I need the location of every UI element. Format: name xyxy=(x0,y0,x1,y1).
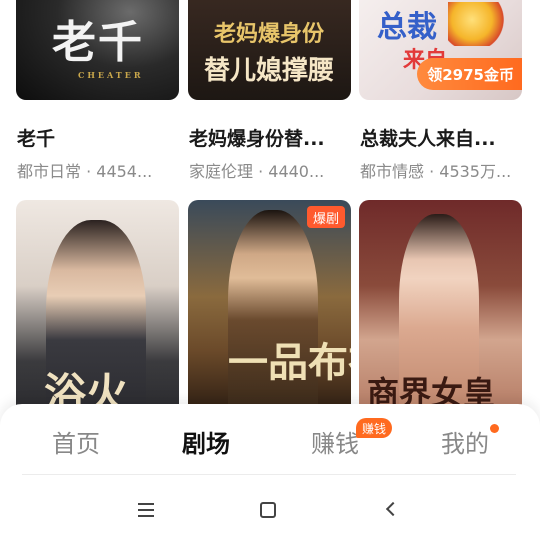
drama-meta: 家庭伦理 · 4440... xyxy=(189,162,325,181)
tab-theater[interactable]: 剧场 xyxy=(161,424,251,459)
cover-title-art: 老妈爆身份 xyxy=(214,21,325,47)
drama-card[interactable]: 浴火 xyxy=(16,200,179,415)
coin-reward-badge[interactable]: 领2975金币 xyxy=(417,58,522,90)
home-icon[interactable] xyxy=(256,498,280,522)
cover-title-art: 替儿媳撑腰 xyxy=(204,56,335,86)
drama-cover[interactable]: 总裁 来自 领2975金币 xyxy=(359,0,522,100)
screen: 老千 CHEATER 老千 都市日常 · 4454... 老妈爆身份 替儿媳撑腰… xyxy=(0,0,540,540)
drama-card[interactable]: 总裁 来自 领2975金币 xyxy=(359,0,522,100)
cover-title-art: 老千 xyxy=(52,17,144,68)
divider xyxy=(22,474,516,475)
drama-cover[interactable]: 浴火 xyxy=(16,200,179,415)
cover-title-art: 一品布衣 xyxy=(228,339,351,386)
hot-badge: 爆剧 xyxy=(306,206,345,228)
drama-card[interactable]: 爆剧 一品布衣 xyxy=(188,200,351,415)
tab-bar: 首页 剧场 赚钱 我的 xyxy=(0,418,540,466)
drama-meta: 都市情感 · 4535万... xyxy=(360,162,512,181)
drama-card[interactable]: 老妈爆身份 替儿媳撑腰 xyxy=(188,0,351,100)
cover-title-art: 总裁 xyxy=(377,10,437,45)
drama-card[interactable]: 商界女皇 xyxy=(359,200,522,415)
drama-title[interactable]: 老妈爆身份替... xyxy=(189,124,351,151)
cover-subtitle-art: CHEATER xyxy=(78,70,144,80)
drama-meta: 都市日常 · 4454... xyxy=(17,162,153,181)
drama-title[interactable]: 老千 xyxy=(17,124,179,151)
drama-cover[interactable]: 老妈爆身份 替儿媳撑腰 xyxy=(188,0,351,100)
drama-title[interactable]: 总裁夫人来自... xyxy=(360,124,522,151)
menu-icon[interactable] xyxy=(134,498,158,522)
system-navigation-bar xyxy=(0,490,540,530)
gold-coins-icon xyxy=(448,2,508,46)
drama-cover[interactable]: 老千 CHEATER xyxy=(16,0,179,100)
earn-badge: 赚钱 xyxy=(356,418,393,438)
tab-home[interactable]: 首页 xyxy=(31,424,121,459)
drama-cover[interactable]: 爆剧 一品布衣 xyxy=(188,200,351,415)
back-icon[interactable] xyxy=(380,498,404,522)
notification-dot xyxy=(490,424,499,433)
drama-card[interactable]: 老千 CHEATER xyxy=(16,0,179,100)
drama-cover[interactable]: 商界女皇 xyxy=(359,200,522,415)
